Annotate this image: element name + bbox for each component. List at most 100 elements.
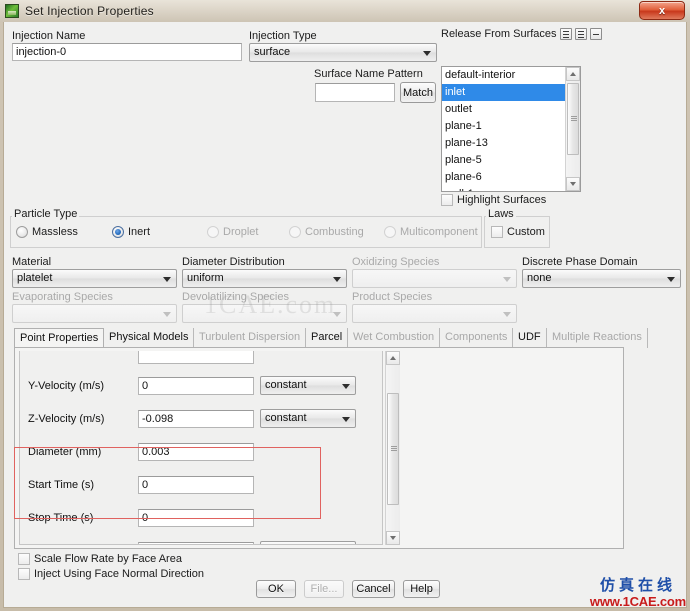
discrete-phase-domain-combo[interactable]: none: [522, 269, 681, 288]
discrete-phase-domain-value: none: [527, 272, 552, 284]
window-title: Set Injection Properties: [25, 4, 154, 18]
injection-type-value: surface: [254, 46, 291, 58]
diameter-distribution-value: uniform: [187, 272, 224, 284]
property-value-input[interactable]: [138, 409, 254, 428]
app-icon: [5, 4, 19, 18]
clipped-row-input[interactable]: [138, 351, 254, 364]
release-from-surfaces-list[interactable]: default-interior inlet outlet plane-1 plane-…: [441, 66, 581, 192]
chevron-down-icon: [342, 417, 350, 422]
point-properties-panel: Y-Velocity (m/s)constantZ-Velocity (m/s)…: [14, 347, 624, 549]
injection-type-label: Injection Type: [249, 30, 317, 42]
product-species-label: Product Species: [352, 291, 433, 303]
property-label: Start Time (s): [28, 478, 95, 491]
ok-button[interactable]: OK: [256, 580, 296, 598]
tab-udf[interactable]: UDF: [513, 328, 547, 348]
highlight-surfaces-label: Highlight Surfaces: [457, 194, 547, 206]
property-method-combo[interactable]: constant: [260, 409, 356, 428]
highlight-surfaces-checkbox[interactable]: Highlight Surfaces: [441, 194, 546, 206]
property-value-input[interactable]: [138, 475, 254, 494]
custom-law-checkbox[interactable]: Custom: [491, 226, 545, 238]
grip-icon: [391, 446, 397, 452]
injection-name-input[interactable]: [12, 43, 242, 61]
material-value: platelet: [17, 272, 53, 284]
property-value-input[interactable]: [138, 541, 254, 544]
release-from-surfaces-header: Release From Surfaces: [441, 28, 602, 40]
property-method-value: constant: [265, 544, 307, 545]
chevron-down-icon: [163, 277, 171, 282]
evaporating-species-label: Evaporating Species: [12, 291, 113, 303]
grip-icon: [571, 116, 577, 122]
list-item[interactable]: plane-13: [442, 135, 565, 152]
match-button[interactable]: Match: [400, 82, 436, 103]
chevron-down-icon: [667, 277, 675, 282]
list-item[interactable]: default-interior: [442, 67, 565, 84]
injection-type-combo[interactable]: surface: [249, 43, 437, 62]
particle-type-label: Combusting: [305, 226, 364, 238]
property-value-input[interactable]: [138, 508, 254, 527]
close-icon[interactable]: x: [639, 1, 685, 20]
property-row: Diameter (mm): [20, 435, 368, 468]
title-bar: Set Injection Properties x: [0, 0, 690, 22]
injection-name-label: Injection Name: [12, 30, 86, 42]
list-all-icon[interactable]: [574, 28, 587, 40]
chevron-down-icon: [333, 277, 341, 282]
tab-bar: Point Properties Physical Models Turbulent…: [14, 328, 648, 348]
scroll-up-icon[interactable]: [386, 351, 400, 365]
scroll-down-icon[interactable]: [566, 177, 580, 191]
property-row: Y-Velocity (m/s) constant: [20, 369, 368, 402]
radio-dot: [384, 226, 396, 238]
material-label: Material: [12, 256, 52, 268]
tab-multiple-reactions: Multiple Reactions: [547, 328, 648, 348]
particle-type-radio-massless[interactable]: Massless: [16, 226, 78, 238]
property-label: Y-Velocity (m/s): [28, 379, 105, 392]
property-value-input[interactable]: [138, 376, 254, 395]
list-item[interactable]: plane-6: [442, 169, 565, 186]
release-from-surfaces-label: Release From Surfaces: [441, 28, 557, 40]
inject-face-normal-label: Inject Using Face Normal Direction: [34, 568, 204, 580]
property-method-combo[interactable]: constant: [260, 376, 356, 395]
diameter-distribution-combo[interactable]: uniform: [182, 269, 347, 288]
list-item[interactable]: wall-1: [442, 186, 565, 191]
tab-parcel[interactable]: Parcel: [306, 328, 349, 348]
property-method-value: constant: [265, 379, 307, 391]
checkbox-box: [491, 226, 503, 238]
help-button[interactable]: Help: [403, 580, 440, 598]
chevron-down-icon: [503, 277, 511, 282]
scrollbar-thumb[interactable]: [387, 393, 399, 505]
surface-name-pattern-input[interactable]: [315, 83, 395, 102]
particle-type-label: Droplet: [223, 226, 259, 238]
checkbox-box: [18, 553, 30, 565]
particle-type-radio-inert[interactable]: Inert: [112, 226, 150, 238]
list-item[interactable]: plane-1: [442, 118, 565, 135]
set-injection-properties-window: Set Injection Properties x Injection Nam…: [0, 0, 690, 611]
scrollbar-thumb[interactable]: [567, 83, 579, 155]
particle-type-label: Multicomponent: [400, 226, 478, 238]
radio-dot: [207, 226, 219, 238]
radio-dot: [289, 226, 301, 238]
tab-physical-models[interactable]: Physical Models: [104, 328, 195, 348]
chevron-down-icon: [503, 312, 511, 317]
checkbox-box: [441, 194, 453, 206]
oxidizing-species-combo: [352, 269, 517, 288]
scroll-down-icon[interactable]: [386, 531, 400, 545]
tab-wet-combustion: Wet Combustion: [348, 328, 441, 348]
particle-type-radio-droplet: Droplet: [207, 226, 258, 238]
chevron-down-icon: [342, 384, 350, 389]
list-deselect-icon[interactable]: [589, 28, 602, 40]
cancel-button[interactable]: Cancel: [352, 580, 395, 598]
properties-scrollbar[interactable]: [385, 351, 400, 545]
property-row: Start Time (s): [20, 468, 368, 501]
list-item[interactable]: outlet: [442, 101, 565, 118]
surface-name-pattern-label: Surface Name Pattern: [314, 68, 423, 80]
property-value-input[interactable]: [138, 442, 254, 461]
scroll-up-icon[interactable]: [566, 67, 580, 81]
property-method-combo[interactable]: constant: [260, 541, 356, 545]
surface-list-scrollbar[interactable]: [565, 67, 580, 191]
material-combo[interactable]: platelet: [12, 269, 177, 288]
list-filter-icon[interactable]: [559, 28, 572, 40]
list-item[interactable]: plane-5: [442, 152, 565, 169]
inject-face-normal-checkbox[interactable]: Inject Using Face Normal Direction: [18, 568, 204, 580]
tab-point-properties[interactable]: Point Properties: [14, 328, 105, 348]
list-item[interactable]: inlet: [442, 84, 565, 101]
scale-flow-rate-checkbox[interactable]: Scale Flow Rate by Face Area: [18, 553, 182, 565]
